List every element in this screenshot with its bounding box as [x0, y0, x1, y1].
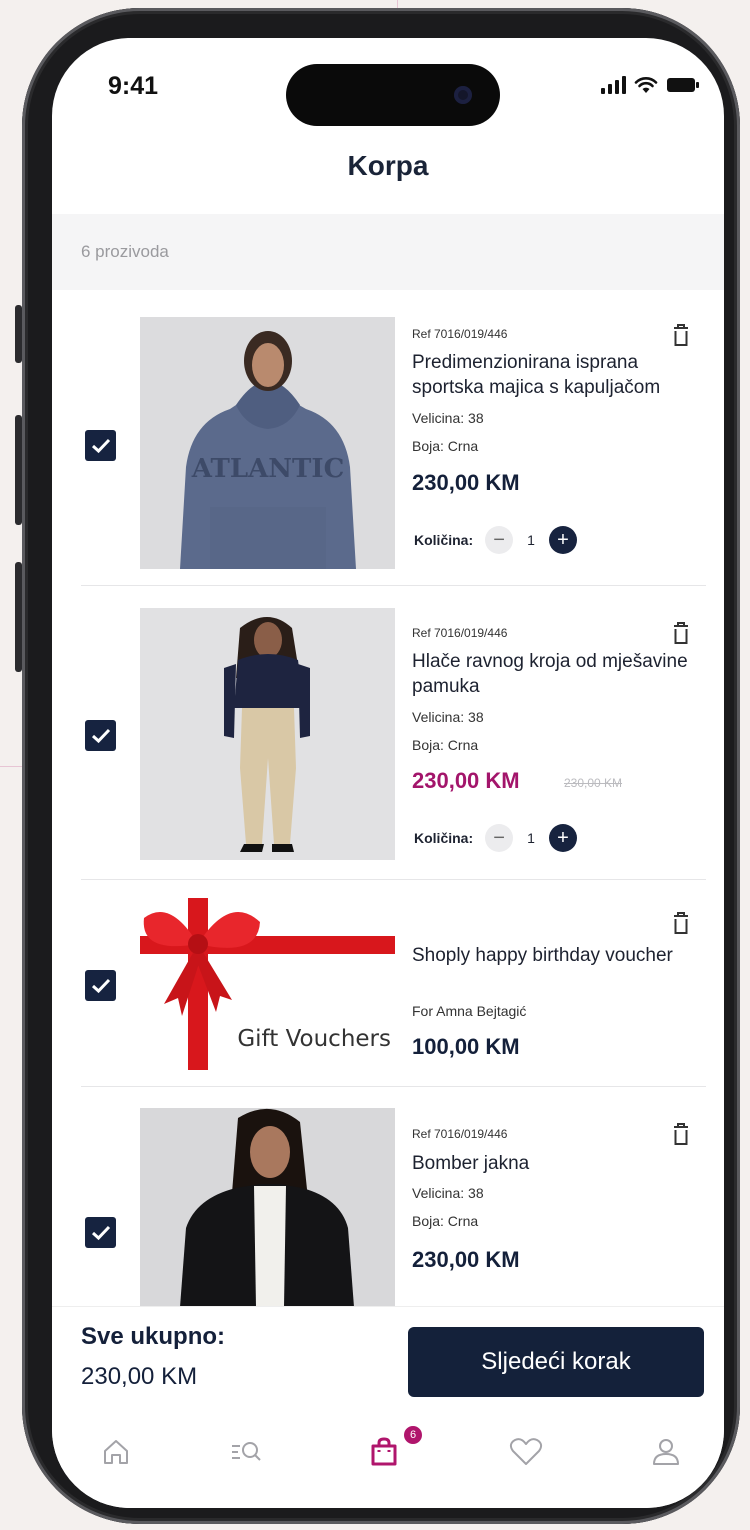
product-count: 6 prozivoda — [81, 242, 169, 261]
product-price: 230,00 KM — [412, 470, 520, 495]
voucher-recipient: For Amna Bejtagić — [412, 1003, 527, 1019]
search-list-icon — [232, 1442, 261, 1461]
product-ref: Ref 7016/019/446 — [412, 1127, 508, 1141]
checkmark-icon — [91, 438, 110, 453]
quantity-increase-button[interactable]: + — [548, 824, 577, 852]
quantity-decrease-button[interactable]: − — [485, 526, 514, 554]
product-sale-price: 230,00 KM — [412, 768, 520, 793]
tab-profile[interactable] — [636, 1426, 696, 1478]
product-color: Boja: Crna — [412, 438, 479, 454]
volume-down-button — [15, 562, 22, 672]
cart-badge: 6 — [402, 1424, 424, 1446]
home-icon — [104, 1440, 128, 1464]
item-checkbox[interactable] — [85, 970, 116, 1001]
decorative-line — [0, 766, 24, 767]
checkmark-icon — [91, 1225, 110, 1240]
tab-bar: 6 — [52, 1416, 724, 1508]
cart-item: Ref 7016/019/446 Bomber jakna Velicina: … — [52, 1087, 724, 1307]
tab-home[interactable] — [86, 1426, 146, 1478]
quantity-value: 1 — [527, 532, 535, 548]
quantity-increase-button[interactable]: + — [548, 526, 577, 554]
svg-text:ATLANTIC: ATLANTIC — [191, 454, 345, 484]
battery-icon — [667, 78, 699, 92]
heart-icon — [509, 1438, 543, 1465]
delete-icon[interactable] — [668, 322, 694, 348]
product-price: 230,00 KM — [412, 1247, 520, 1272]
item-checkbox[interactable] — [85, 430, 116, 461]
quantity-stepper: Količina: − 1 + — [414, 824, 577, 852]
delete-icon[interactable] — [668, 910, 694, 936]
volume-up-button — [15, 415, 22, 525]
product-name[interactable]: Shoply happy birthday voucher — [412, 943, 712, 968]
product-color: Boja: Crna — [412, 737, 479, 753]
status-icons — [601, 76, 700, 94]
product-image[interactable]: ATLANTIC — [140, 317, 395, 569]
total-value: 230,00 KM — [81, 1363, 198, 1390]
checkmark-icon — [91, 728, 110, 743]
voucher-image-text: Gift Vouchers — [237, 1026, 391, 1052]
phone-screen: 9:41 Korpa 6 prozivoda ATLANTIC Ref 7016… — [52, 38, 724, 1508]
product-name[interactable]: Predimenzionirana isprana sportska majic… — [412, 350, 712, 400]
checkout-bar: Sve ukupno: 230,00 KM Sljedeći korak — [52, 1306, 724, 1416]
item-checkbox[interactable] — [85, 720, 116, 751]
product-name[interactable]: Hlače ravnog kroja od mješavine pamuka — [412, 649, 712, 699]
product-count-bar: 6 prozivoda — [52, 214, 724, 290]
product-original-price: 230,00 KM — [564, 776, 623, 790]
product-size: Velicina: 38 — [412, 709, 484, 725]
product-price: 100,00 KM — [412, 1034, 520, 1059]
product-ref: Ref 7016/019/446 — [412, 327, 508, 341]
quantity-label: Količina: — [414, 830, 474, 846]
delete-icon[interactable] — [668, 620, 694, 646]
checkmark-icon — [91, 978, 110, 993]
tab-favorites[interactable] — [496, 1426, 556, 1478]
user-icon — [653, 1439, 679, 1465]
cart-item: Ref 7016/019/446 Hlače ravnog kroja od m… — [52, 586, 724, 880]
shopping-bag-icon — [371, 1437, 397, 1466]
delete-icon[interactable] — [668, 1121, 694, 1147]
product-ref: Ref 7016/019/446 — [412, 626, 508, 640]
quantity-stepper: Količina: − 1 + — [414, 526, 577, 554]
quantity-value: 1 — [527, 830, 535, 846]
quantity-label: Količina: — [414, 532, 474, 548]
status-time: 9:41 — [108, 72, 159, 100]
voucher-image[interactable]: Gift Vouchers — [140, 898, 395, 1070]
mute-switch — [15, 305, 22, 363]
cart-item: ATLANTIC Ref 7016/019/446 Predimenzionir… — [52, 290, 724, 586]
quantity-decrease-button[interactable]: − — [485, 824, 514, 852]
item-checkbox[interactable] — [85, 1217, 116, 1248]
tab-search[interactable] — [216, 1426, 276, 1478]
product-image[interactable] — [140, 608, 395, 860]
dynamic-island — [286, 64, 500, 126]
product-size: Velicina: 38 — [412, 1185, 484, 1201]
product-color: Boja: Crna — [412, 1213, 479, 1229]
wifi-icon — [634, 77, 658, 93]
product-image[interactable] — [140, 1108, 395, 1307]
total-label: Sve ukupno: — [81, 1323, 226, 1350]
signal-icon — [601, 76, 626, 94]
next-step-button[interactable]: Sljedeći korak — [408, 1327, 704, 1397]
product-name[interactable]: Bomber jakna — [412, 1151, 712, 1176]
page-title: Korpa — [347, 150, 429, 181]
cart-item-voucher: Gift Vouchers Shoply happy birthday vouc… — [52, 880, 724, 1087]
product-size: Velicina: 38 — [412, 410, 484, 426]
